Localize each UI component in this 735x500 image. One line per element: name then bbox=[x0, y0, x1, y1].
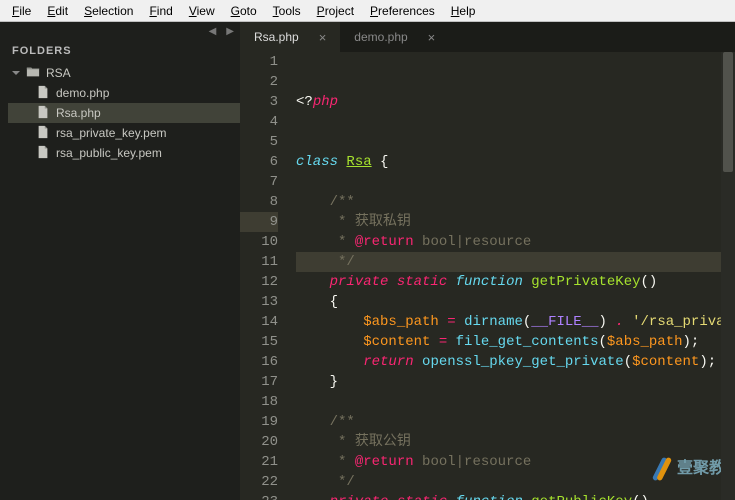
code-line[interactable]: * 获取私钥 bbox=[296, 212, 735, 232]
folder-icon bbox=[26, 65, 40, 82]
sidebar-heading: FOLDERS bbox=[0, 41, 240, 63]
scrollbar-thumb[interactable] bbox=[723, 52, 733, 172]
chevron-down-icon[interactable] bbox=[12, 71, 20, 75]
sidebar-right-arrow-icon[interactable]: ▶ bbox=[226, 26, 234, 37]
line-number[interactable]: 4 bbox=[240, 112, 278, 132]
code-line[interactable]: <?php bbox=[296, 92, 735, 112]
code-line[interactable]: private static function getPrivateKey() bbox=[296, 272, 735, 292]
sidebar: ◀ ▶ FOLDERS RSA demo.php Rsa.php rsa_priva… bbox=[0, 22, 240, 500]
line-number[interactable]: 11 bbox=[240, 252, 278, 272]
line-number[interactable]: 12 bbox=[240, 272, 278, 292]
menu-selection[interactable]: Selection bbox=[76, 2, 141, 20]
line-number[interactable]: 13 bbox=[240, 292, 278, 312]
line-number[interactable]: 22 bbox=[240, 472, 278, 492]
file-icon bbox=[36, 85, 50, 102]
code-line[interactable]: * @return bool|resource bbox=[296, 452, 735, 472]
menu-preferences[interactable]: Preferences bbox=[362, 2, 443, 20]
code-line[interactable]: */ bbox=[296, 252, 735, 272]
tree-folder-root[interactable]: RSA bbox=[8, 63, 240, 83]
code-line[interactable]: } bbox=[296, 372, 735, 392]
tree-file-item[interactable]: rsa_public_key.pem bbox=[8, 143, 240, 163]
line-number[interactable]: 3 bbox=[240, 92, 278, 112]
menu-edit[interactable]: Edit bbox=[39, 2, 76, 20]
file-icon bbox=[36, 145, 50, 162]
line-number[interactable]: 21 bbox=[240, 452, 278, 472]
file-icon bbox=[36, 125, 50, 142]
tree-file-label: Rsa.php bbox=[56, 106, 101, 120]
line-number[interactable]: 9 bbox=[240, 212, 278, 232]
editor-area: Rsa.php×demo.php× 1234567891011121314151… bbox=[240, 22, 735, 500]
menu-project[interactable]: Project bbox=[309, 2, 362, 20]
menu-view[interactable]: View bbox=[181, 2, 223, 20]
code-line[interactable]: $abs_path = dirname(__FILE__) . '/rsa_pr… bbox=[296, 312, 735, 332]
code-line[interactable]: { bbox=[296, 292, 735, 312]
tab-rsa-php[interactable]: Rsa.php × bbox=[240, 22, 340, 52]
tab-label: Rsa.php bbox=[254, 30, 299, 44]
line-number[interactable]: 5 bbox=[240, 132, 278, 152]
tab-label: demo.php bbox=[354, 30, 407, 44]
code-line[interactable]: */ bbox=[296, 472, 735, 492]
menu-tools[interactable]: Tools bbox=[265, 2, 309, 20]
line-number[interactable]: 8 bbox=[240, 192, 278, 212]
code-line[interactable]: * @return bool|resource bbox=[296, 232, 735, 252]
line-number[interactable]: 14 bbox=[240, 312, 278, 332]
tree-file-item[interactable]: rsa_private_key.pem bbox=[8, 123, 240, 143]
tab-bar: Rsa.php × demo.php × bbox=[240, 22, 735, 52]
line-number[interactable]: 2 bbox=[240, 72, 278, 92]
code-content[interactable]: <?php class Rsa { /** * 获取私钥 * @return b… bbox=[290, 52, 735, 500]
menu-file[interactable]: File bbox=[4, 2, 39, 20]
line-number[interactable]: 17 bbox=[240, 372, 278, 392]
line-number[interactable]: 23 bbox=[240, 492, 278, 500]
tree-folder-label: RSA bbox=[46, 66, 71, 80]
menu-help[interactable]: Help bbox=[443, 2, 484, 20]
line-number[interactable]: 19 bbox=[240, 412, 278, 432]
code-line[interactable]: * 获取公钥 bbox=[296, 432, 735, 452]
file-tree: RSA demo.php Rsa.php rsa_private_key.pemrs… bbox=[0, 63, 240, 163]
sidebar-left-arrow-icon[interactable]: ◀ bbox=[209, 26, 217, 37]
code-line[interactable] bbox=[296, 172, 735, 192]
code-line[interactable]: return openssl_pkey_get_private($content… bbox=[296, 352, 735, 372]
code-line[interactable]: /** bbox=[296, 412, 735, 432]
tree-file-item[interactable]: Rsa.php bbox=[8, 103, 240, 123]
tree-file-label: rsa_public_key.pem bbox=[56, 146, 162, 160]
line-number[interactable]: 15 bbox=[240, 332, 278, 352]
line-number[interactable]: 16 bbox=[240, 352, 278, 372]
tab-demo-php[interactable]: demo.php × bbox=[340, 22, 449, 52]
line-number[interactable]: 1 bbox=[240, 52, 278, 72]
code-area[interactable]: 123456789101112131415161718192021222324 … bbox=[240, 52, 735, 500]
line-number[interactable]: 18 bbox=[240, 392, 278, 412]
code-line[interactable]: $content = file_get_contents($abs_path); bbox=[296, 332, 735, 352]
code-line[interactable]: /** bbox=[296, 192, 735, 212]
code-line[interactable] bbox=[296, 392, 735, 412]
code-line[interactable] bbox=[296, 132, 735, 152]
line-number[interactable]: 6 bbox=[240, 152, 278, 172]
file-icon bbox=[36, 105, 50, 122]
vertical-scrollbar[interactable] bbox=[721, 52, 735, 500]
tree-file-label: rsa_private_key.pem bbox=[56, 126, 167, 140]
menu-find[interactable]: Find bbox=[141, 2, 180, 20]
menu-goto[interactable]: Goto bbox=[223, 2, 265, 20]
code-line[interactable]: class Rsa { bbox=[296, 152, 735, 172]
close-icon[interactable]: × bbox=[428, 30, 436, 45]
sidebar-controls: ◀ ▶ bbox=[0, 22, 240, 41]
tree-file-item[interactable]: demo.php bbox=[8, 83, 240, 103]
line-number[interactable]: 10 bbox=[240, 232, 278, 252]
close-icon[interactable]: × bbox=[319, 30, 327, 45]
menubar: FileEditSelectionFindViewGotoToolsProjec… bbox=[0, 0, 735, 22]
tree-file-label: demo.php bbox=[56, 86, 109, 100]
line-number[interactable]: 7 bbox=[240, 172, 278, 192]
code-line[interactable]: private static function getPublicKey() bbox=[296, 492, 735, 500]
code-line[interactable] bbox=[296, 112, 735, 132]
line-number[interactable]: 20 bbox=[240, 432, 278, 452]
gutter: 123456789101112131415161718192021222324 bbox=[240, 52, 290, 500]
